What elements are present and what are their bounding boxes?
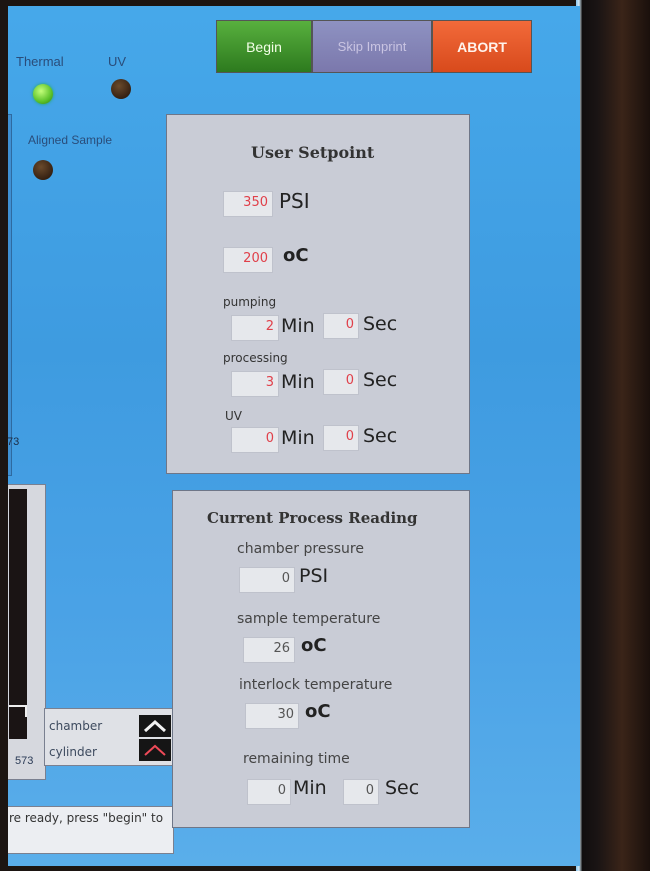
pumping-min-unit: Min	[281, 315, 315, 337]
uv-sec-unit: Sec	[363, 425, 398, 447]
uv-setpoint-label: UV	[225, 409, 242, 423]
processing-sec-unit: Sec	[363, 369, 398, 391]
uv-led-icon	[111, 79, 131, 99]
skip-imprint-button[interactable]: Skip Imprint	[312, 20, 432, 73]
processing-sec-field[interactable]: 0	[323, 369, 359, 395]
interlock-temperature-field: 30	[245, 703, 299, 729]
thermal-led-icon	[33, 84, 53, 104]
chamber-pressure-field: 0	[239, 567, 295, 593]
abort-button[interactable]: ABORT	[432, 20, 532, 73]
legend-chamber-label: chamber	[49, 719, 103, 733]
chamber-pressure-label: chamber pressure	[237, 541, 364, 557]
pressure-graph-panel: 573	[8, 484, 46, 780]
pumping-label: pumping	[223, 295, 277, 309]
begin-button[interactable]: Begin	[216, 20, 312, 73]
pumping-sec-unit: Sec	[363, 313, 398, 335]
cylinder-plot-style-icon[interactable]	[139, 739, 171, 761]
setpoint-temp-field[interactable]: 200	[223, 247, 273, 273]
setpoint-pressure-unit: PSI	[279, 189, 310, 213]
chamber-pressure-unit: PSI	[299, 565, 329, 587]
reading-title: Current Process Reading	[207, 509, 418, 527]
setpoint-temp-unit: oC	[283, 245, 309, 266]
interlock-temperature-label: interlock temperature	[239, 677, 393, 693]
left-chart-panel-edge	[8, 114, 12, 476]
remaining-time-label: remaining time	[243, 751, 350, 767]
sample-temperature-field: 26	[243, 637, 295, 663]
remaining-sec-field: 0	[343, 779, 379, 805]
uv-min-field[interactable]: 0	[231, 427, 279, 453]
legend-panel: chamber cylinder	[44, 708, 174, 766]
remaining-min-field: 0	[247, 779, 291, 805]
thermal-label: Thermal	[16, 54, 64, 69]
status-message-box: re ready, press "begin" to	[8, 806, 174, 854]
graph-trace	[9, 705, 27, 717]
axis-tick-573: 573	[15, 755, 34, 767]
pumping-sec-field[interactable]: 0	[323, 313, 359, 339]
uv-min-unit: Min	[281, 427, 315, 449]
graph-area	[9, 489, 27, 739]
aligned-led-icon	[33, 160, 53, 180]
app-screen: Thermal UV Aligned Sample 73 573 chamber…	[8, 6, 580, 866]
legend-cylinder-label: cylinder	[49, 745, 97, 759]
remaining-min-unit: Min	[293, 777, 327, 799]
status-message-text: re ready, press "begin" to	[9, 811, 164, 825]
current-process-reading-panel: Current Process Reading chamber pressure…	[172, 490, 470, 828]
setpoint-title: User Setpoint	[251, 143, 375, 162]
monitor-bezel	[580, 0, 650, 871]
user-setpoint-panel: User Setpoint 350 PSI 200 oC pumping 2 M…	[166, 114, 470, 474]
processing-min-unit: Min	[281, 371, 315, 393]
sample-temperature-label: sample temperature	[237, 611, 381, 627]
aligned-sample-label: Aligned Sample	[28, 133, 113, 147]
remaining-sec-unit: Sec	[385, 777, 420, 799]
processing-min-field[interactable]: 3	[231, 371, 279, 397]
chamber-plot-style-icon[interactable]	[139, 715, 171, 737]
interlock-temperature-unit: oC	[305, 701, 331, 722]
pumping-min-field[interactable]: 2	[231, 315, 279, 341]
setpoint-pressure-field[interactable]: 350	[223, 191, 273, 217]
uv-sec-field[interactable]: 0	[323, 425, 359, 451]
uv-indicator-label: UV	[108, 54, 127, 69]
sample-temperature-unit: oC	[301, 635, 327, 656]
axis-tick-73: 73	[8, 436, 20, 448]
processing-label: processing	[223, 351, 288, 365]
